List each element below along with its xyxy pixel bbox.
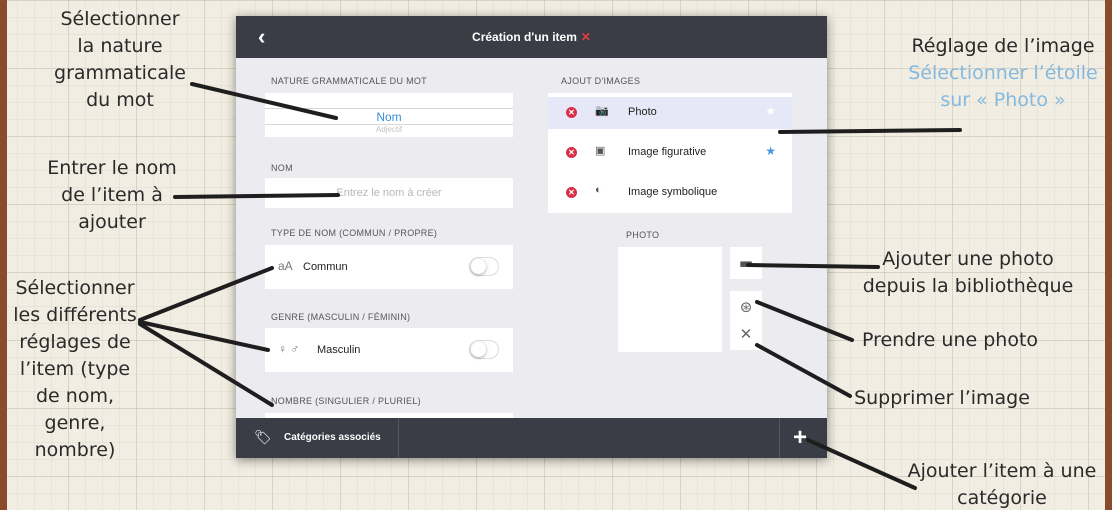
arrow-type <box>138 266 274 322</box>
arrow-nature <box>190 82 338 120</box>
arrow-delete <box>755 343 852 398</box>
arrow-library <box>746 263 880 269</box>
arrow-photo-star <box>778 128 962 134</box>
annotation-arrows <box>138 82 962 490</box>
arrow-nom <box>173 193 340 199</box>
arrow-add-item <box>806 438 917 490</box>
arrow-camera <box>755 300 854 342</box>
